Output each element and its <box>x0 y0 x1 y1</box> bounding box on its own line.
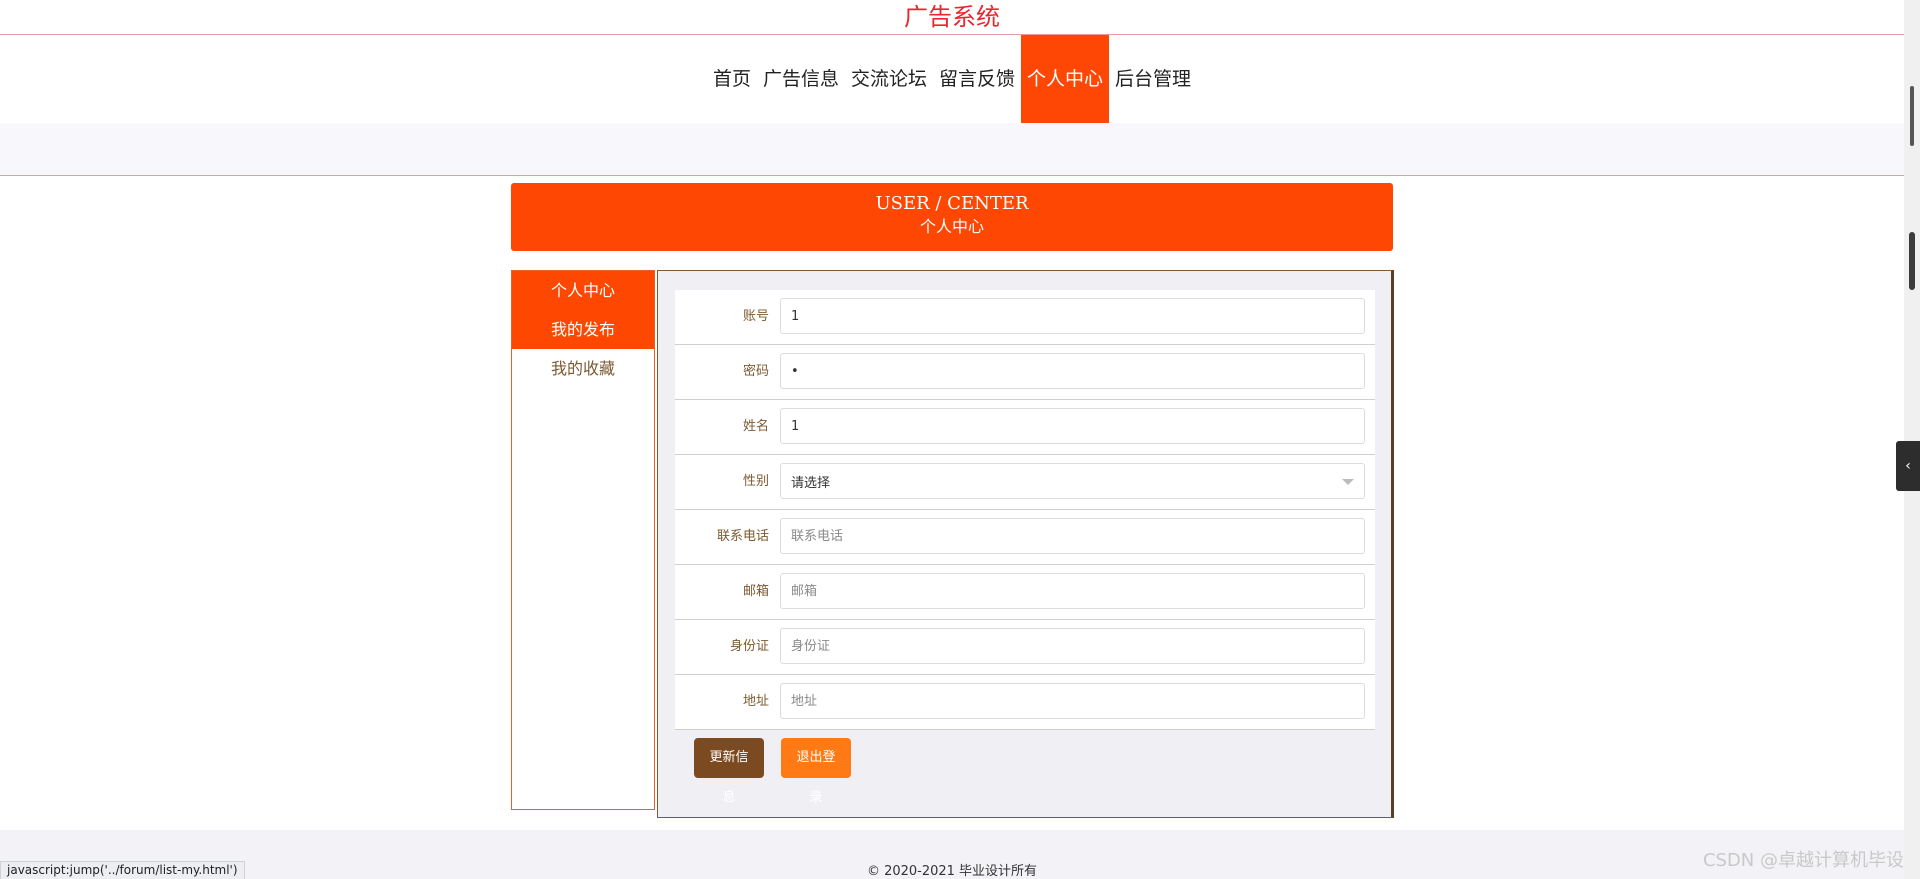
banner-strip <box>0 123 1904 175</box>
watermark: CSDN @卓越计算机毕设 <box>1702 850 1904 871</box>
id-card-input[interactable] <box>780 628 1365 664</box>
gender-label: 性别 <box>742 474 769 489</box>
gender-select-value: 请选择 <box>791 475 831 491</box>
nav-item-home[interactable]: 首页 <box>707 35 757 123</box>
chevron-left-icon: ‹ <box>1905 458 1911 474</box>
footer-copyright: © 2020-2021 毕业设计所有 <box>866 864 1038 879</box>
form-row-id-card: 身份证 <box>675 620 1375 675</box>
password-label: 密码 <box>742 364 769 379</box>
sidebar-item-my-posts[interactable]: 我的发布 <box>512 310 654 349</box>
address-label: 地址 <box>742 694 769 709</box>
page-heading: USER / CENTER 个人中心 <box>511 183 1393 251</box>
email-input[interactable] <box>780 573 1365 609</box>
sidebar: 个人中心 我的发布 我的收藏 <box>511 270 655 810</box>
form-row-account: 账号 <box>675 290 1375 345</box>
logout-button[interactable]: 退出登录 <box>781 738 851 805</box>
profile-form: 账号 密码 姓名 性别 请选择 联系电话 邮箱 身份证 <box>675 290 1375 730</box>
form-row-password: 密码 <box>675 345 1375 400</box>
gender-select[interactable]: 请选择 <box>780 463 1365 499</box>
account-label: 账号 <box>742 309 769 324</box>
form-row-email: 邮箱 <box>675 565 1375 620</box>
sidebar-item-user-center[interactable]: 个人中心 <box>512 271 654 310</box>
nav-item-forum[interactable]: 交流论坛 <box>845 35 933 123</box>
nav-item-admin[interactable]: 后台管理 <box>1109 35 1197 123</box>
nav-item-feedback[interactable]: 留言反馈 <box>933 35 1021 123</box>
chevron-down-icon <box>1342 479 1354 485</box>
phone-input[interactable] <box>780 518 1365 554</box>
form-row-address: 地址 <box>675 675 1375 730</box>
scrollbar-indicator <box>1910 86 1914 146</box>
sidebar-item-my-favorites[interactable]: 我的收藏 <box>512 349 654 388</box>
status-bar-link: javascript:jump('../forum/list-my.html') <box>0 861 245 879</box>
scrollbar-thumb[interactable] <box>1909 232 1915 290</box>
site-title: 广告系统 <box>904 3 1000 31</box>
form-row-name: 姓名 <box>675 400 1375 455</box>
phone-label: 联系电话 <box>716 529 769 544</box>
password-input[interactable] <box>780 353 1365 389</box>
page-heading-en: USER / CENTER <box>875 193 1029 214</box>
page-heading-cn: 个人中心 <box>919 217 984 236</box>
side-panel-toggle[interactable]: ‹ <box>1896 441 1920 491</box>
name-label: 姓名 <box>742 419 769 434</box>
page-scrollbar[interactable] <box>1904 0 1920 879</box>
update-info-button[interactable]: 更新信息 <box>694 738 764 805</box>
banner-divider <box>0 175 1904 176</box>
profile-panel: 账号 密码 姓名 性别 请选择 联系电话 邮箱 身份证 <box>657 270 1394 818</box>
address-input[interactable] <box>780 683 1365 719</box>
form-row-phone: 联系电话 <box>675 510 1375 565</box>
nav-item-user-center[interactable]: 个人中心 <box>1021 35 1110 123</box>
email-label: 邮箱 <box>742 584 769 599</box>
id-card-label: 身份证 <box>729 639 769 654</box>
nav-item-ads[interactable]: 广告信息 <box>757 35 845 123</box>
main-nav: 首页 广告信息 交流论坛 留言反馈 个人中心 后台管理 <box>0 35 1904 123</box>
name-input[interactable] <box>780 408 1365 444</box>
account-input[interactable] <box>780 298 1365 334</box>
form-row-gender: 性别 请选择 <box>675 455 1375 510</box>
